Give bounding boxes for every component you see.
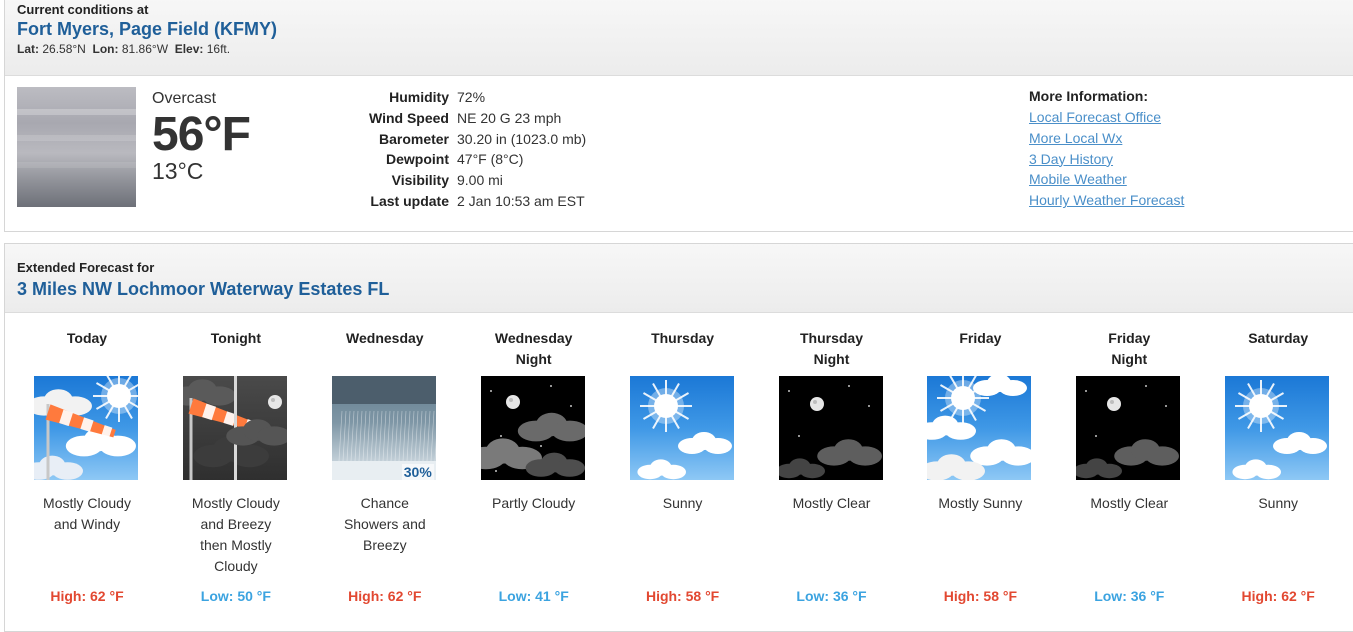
forecast-description: Mostly Cloudy and Breezy then Mostly Clo… bbox=[191, 495, 280, 574]
forecast-description: Mostly Clear bbox=[792, 495, 871, 511]
forecast-high-temp: High: 58 °F bbox=[645, 588, 720, 604]
forecast-day-name: Friday bbox=[959, 330, 1002, 346]
detail-value: NE 20 G 23 mph bbox=[457, 110, 562, 127]
showers-icon: 30% bbox=[331, 376, 436, 480]
lon-value: 81.86°W bbox=[121, 42, 169, 56]
forecast-day-name: Saturday bbox=[1248, 330, 1309, 346]
link-local-forecast-office[interactable]: Local Forecast Office bbox=[1029, 107, 1184, 128]
detail-key: Barometer bbox=[378, 130, 449, 147]
extended-forecast-panel: Extended Forecast for 3 Miles NW Lochmoo… bbox=[4, 243, 1353, 632]
detail-value: 30.20 in (1023.0 mb) bbox=[457, 130, 587, 147]
current-conditions-header: Current conditions at Fort Myers, Page F… bbox=[5, 0, 1353, 76]
detail-row: Dewpoint 47°F (8°C) bbox=[365, 149, 590, 170]
precip-chance: 30% bbox=[401, 464, 434, 480]
station-coordinates: Lat: 26.58°N Lon: 81.86°W Elev: 16ft. bbox=[17, 42, 1341, 56]
extended-forecast-header: Extended Forecast for 3 Miles NW Lochmoo… bbox=[5, 244, 1353, 313]
forecast-day-name: Friday Night bbox=[1108, 330, 1151, 367]
forecast-low-temp: Low: 50 °F bbox=[200, 588, 271, 604]
lat-label: Lat: bbox=[17, 42, 39, 56]
elev-value: 16ft. bbox=[206, 42, 231, 56]
detail-value: 2 Jan 10:53 am EST bbox=[457, 192, 585, 209]
windy-cloudy-icon bbox=[34, 376, 138, 480]
more-information-title: More Information: bbox=[1029, 88, 1148, 104]
overcast-icon bbox=[17, 87, 136, 207]
forecast-day-name: Thursday bbox=[651, 330, 715, 346]
station-name: Fort Myers, Page Field (KFMY) bbox=[17, 19, 278, 39]
detail-row: Wind Speed NE 20 G 23 mph bbox=[365, 108, 590, 129]
forecast-description: Mostly Cloudy and Windy bbox=[43, 495, 131, 532]
current-conditions-label: Current conditions at bbox=[17, 2, 149, 17]
forecast-low-temp: Low: 36 °F bbox=[1094, 588, 1165, 604]
link-hourly-weather-forecast[interactable]: Hourly Weather Forecast bbox=[1029, 190, 1184, 211]
detail-row: Humidity 72% bbox=[365, 87, 590, 108]
forecast-high-temp: High: 62 °F bbox=[50, 588, 124, 604]
more-information: More Information: Local Forecast Office … bbox=[1029, 88, 1184, 211]
current-condition: Overcast bbox=[152, 90, 217, 107]
breezy-night-icon bbox=[182, 376, 287, 480]
forecast-description: Chance Showers and Breezy bbox=[343, 495, 426, 553]
lat-value: 26.58°N bbox=[42, 42, 86, 56]
current-details-table: Humidity 72% Wind Speed NE 20 G 23 mph Barom… bbox=[365, 87, 590, 211]
sunny-icon bbox=[629, 376, 734, 480]
detail-key: Visibility bbox=[391, 172, 449, 189]
detail-row: Barometer 30.20 in (1023.0 mb) bbox=[365, 128, 590, 149]
forecast-location: 3 Miles NW Lochmoor Waterway Estates FL bbox=[17, 279, 390, 299]
detail-value: 72% bbox=[457, 89, 486, 106]
detail-value: 9.00 mi bbox=[457, 172, 503, 189]
current-conditions-panel: Current conditions at Fort Myers, Page F… bbox=[4, 0, 1353, 232]
forecast-description: Mostly Clear bbox=[1090, 495, 1169, 511]
forecast-description: Partly Cloudy bbox=[492, 495, 576, 511]
forecast-low-temp: Low: 41 °F bbox=[498, 588, 569, 604]
link-3-day-history[interactable]: 3 Day History bbox=[1029, 149, 1184, 170]
mostly-sunny-icon bbox=[927, 376, 1032, 480]
forecast-day-name: Wednesday bbox=[346, 330, 424, 346]
forecast-high-temp: High: 58 °F bbox=[943, 588, 1018, 604]
detail-row: Visibility 9.00 mi bbox=[365, 170, 590, 191]
detail-key: Wind Speed bbox=[369, 110, 449, 127]
forecast-description: Sunny bbox=[662, 495, 703, 511]
clear-night-icon bbox=[1076, 376, 1181, 480]
detail-key: Humidity bbox=[389, 89, 449, 106]
forecast-description: Mostly Sunny bbox=[938, 495, 1023, 511]
current-temp-f: 56°F bbox=[152, 108, 251, 161]
forecast-high-temp: High: 62 °F bbox=[348, 588, 422, 604]
current-temp-c: 13°C bbox=[152, 158, 204, 184]
detail-key: Dewpoint bbox=[386, 151, 449, 168]
lon-label: Lon: bbox=[92, 42, 119, 56]
forecast-day-name: Thursday Night bbox=[799, 330, 863, 367]
detail-value: 47°F (8°C) bbox=[457, 151, 524, 168]
sunny-icon bbox=[1225, 376, 1330, 480]
forecast-low-temp: Low: 36 °F bbox=[796, 588, 867, 604]
forecast-description: Sunny bbox=[1258, 495, 1299, 511]
forecast-high-temp: High: 62 °F bbox=[1241, 588, 1315, 604]
detail-key: Last update bbox=[370, 192, 449, 209]
forecast-day-name: Tonight bbox=[210, 330, 262, 346]
forecast-day-name: Today bbox=[66, 330, 108, 346]
elev-label: Elev: bbox=[174, 42, 204, 56]
extended-forecast-label: Extended Forecast for bbox=[17, 260, 155, 275]
link-more-local-wx[interactable]: More Local Wx bbox=[1029, 128, 1184, 149]
link-mobile-weather[interactable]: Mobile Weather bbox=[1029, 169, 1184, 190]
detail-row: Last update 2 Jan 10:53 am EST bbox=[365, 190, 590, 211]
forecast-day-name: Wednesday Night bbox=[494, 330, 573, 367]
clear-night-icon bbox=[778, 376, 883, 480]
partly-cloudy-night-icon bbox=[480, 376, 585, 480]
